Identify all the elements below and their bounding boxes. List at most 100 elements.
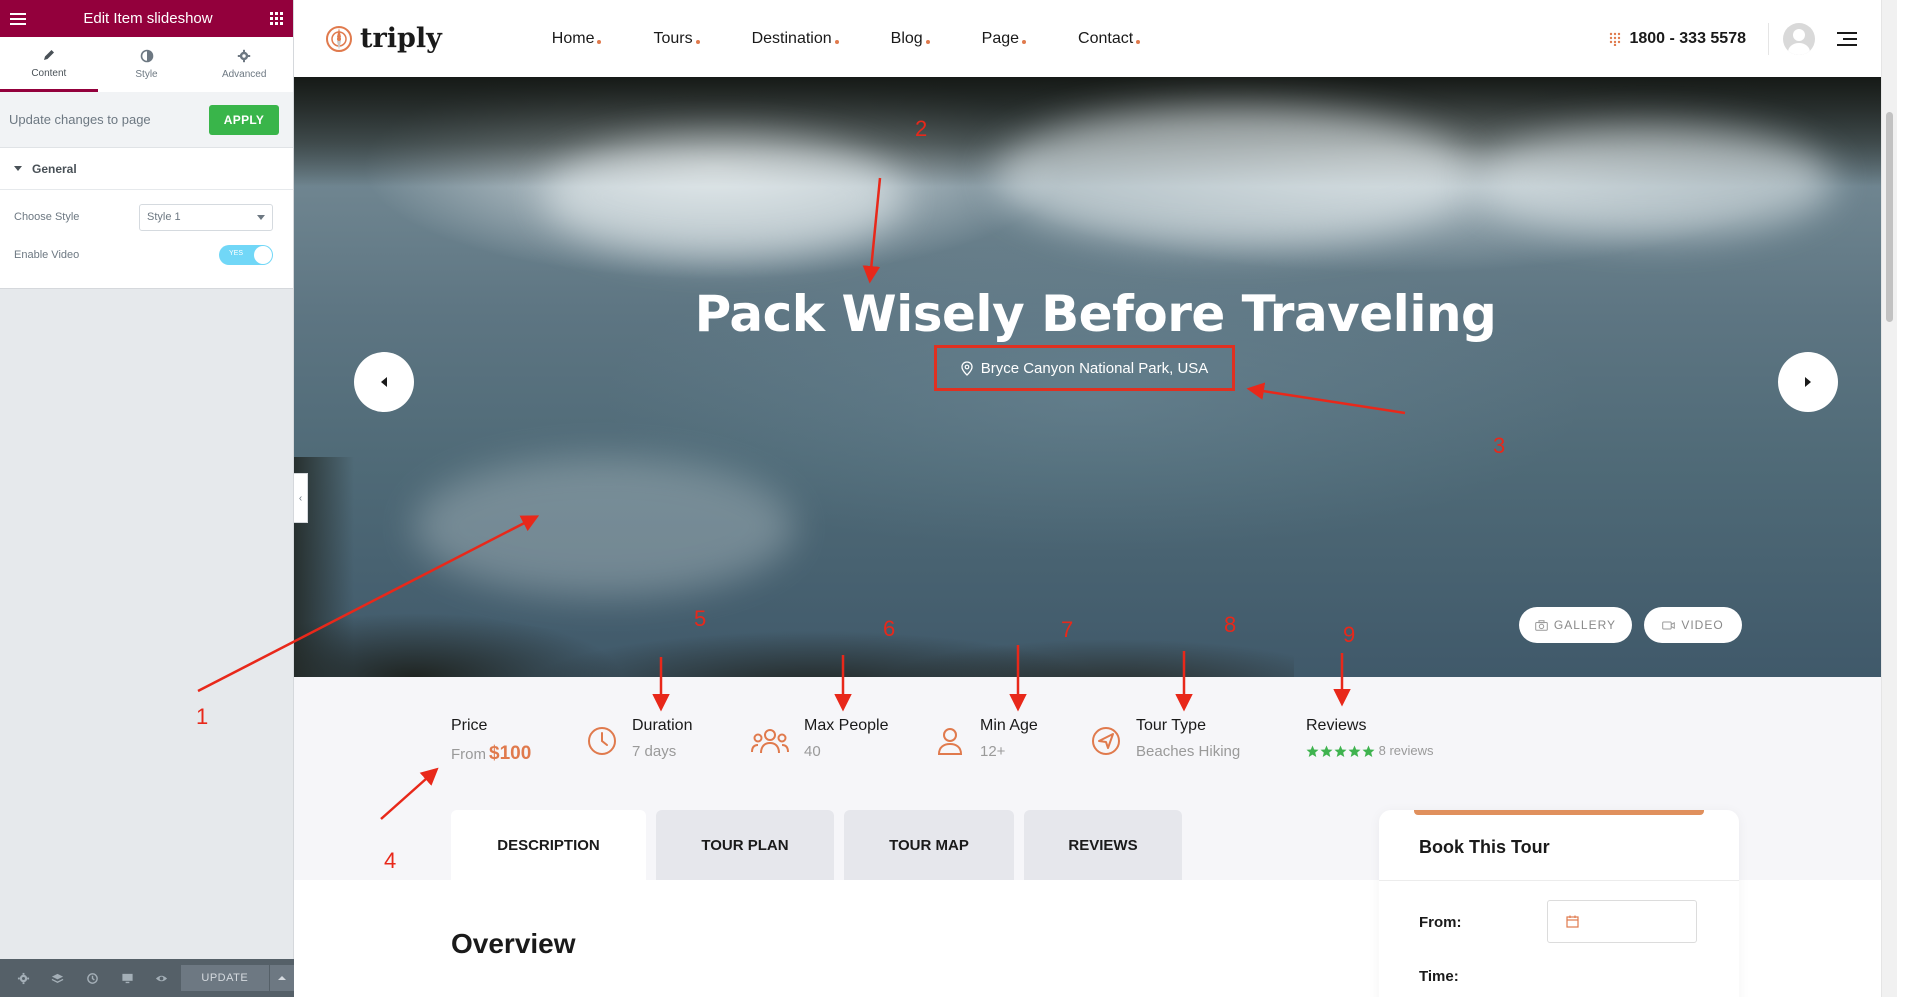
choose-style-select[interactable]: Style 1 xyxy=(139,203,273,231)
section-general[interactable]: General xyxy=(0,148,293,190)
apply-text: Update changes to page xyxy=(9,112,151,127)
hero-location: Bryce Canyon National Park, USA xyxy=(934,345,1235,391)
site-preview: triply Home Tours Destination Blog Page … xyxy=(294,0,1897,997)
site-header: triply Home Tours Destination Blog Page … xyxy=(294,0,1897,77)
settings-button[interactable] xyxy=(6,959,41,997)
pencil-icon xyxy=(43,49,54,60)
tab-advanced[interactable]: Advanced xyxy=(195,37,293,92)
control-enable-video: Enable Video YES xyxy=(0,236,293,274)
dialpad-icon xyxy=(1610,32,1621,46)
apply-button[interactable]: APPLY xyxy=(209,104,279,135)
type-value: Beaches Hiking xyxy=(1136,743,1241,760)
tab-tour-map[interactable]: TOUR MAP xyxy=(844,810,1014,880)
header-phone[interactable]: 1800 - 333 5578 xyxy=(1629,30,1746,48)
tab-description[interactable]: DESCRIPTION xyxy=(451,810,646,880)
menu-dot-icon xyxy=(1136,39,1141,44)
contrast-icon xyxy=(140,49,153,63)
site-logo[interactable]: triply xyxy=(324,23,442,54)
rating-stars xyxy=(1306,745,1375,758)
tab-tour-plan[interactable]: TOUR PLAN xyxy=(656,810,834,880)
gear-icon xyxy=(17,972,29,984)
scrollbar-thumb[interactable] xyxy=(1886,112,1893,322)
tour-tabs: DESCRIPTION TOUR PLAN TOUR MAP REVIEWS xyxy=(451,810,1182,880)
menu-dot-icon xyxy=(925,39,930,44)
menu-dot-icon xyxy=(1022,39,1027,44)
annotation-number-5: 5 xyxy=(694,606,707,631)
history-icon xyxy=(87,972,98,984)
compass-logo-icon xyxy=(326,25,352,52)
menu-label: Blog xyxy=(890,29,923,47)
responsive-button[interactable] xyxy=(110,959,145,997)
annotation-number-7: 7 xyxy=(1061,617,1074,642)
enable-video-toggle[interactable]: YES xyxy=(219,245,273,265)
video-button[interactable]: VIDEO xyxy=(1644,607,1742,643)
annotation-number-4: 4 xyxy=(384,848,397,873)
star-icon xyxy=(1334,745,1347,758)
hero-mist xyxy=(994,107,1474,247)
gallery-label: GALLERY xyxy=(1553,618,1617,632)
choose-style-label: Choose Style xyxy=(14,211,80,223)
menu-label: Destination xyxy=(751,29,832,47)
map-pin-icon xyxy=(961,360,973,376)
menu-item-home[interactable]: Home xyxy=(552,30,602,48)
main-menu: Home Tours Destination Blog Page Contact xyxy=(552,30,1192,48)
choose-style-value: Style 1 xyxy=(147,211,181,223)
history-button[interactable] xyxy=(75,959,110,997)
control-choose-style: Choose Style Style 1 xyxy=(0,198,293,236)
annotation-number-2: 2 xyxy=(915,116,928,141)
people-value: 40 xyxy=(804,743,821,760)
controls-group: Choose Style Style 1 Enable Video YES xyxy=(0,190,293,289)
slide-prev-button[interactable] xyxy=(354,352,414,412)
tab-style[interactable]: Style xyxy=(98,37,196,92)
user-avatar[interactable] xyxy=(1783,22,1815,55)
tab-reviews[interactable]: REVIEWS xyxy=(1024,810,1182,880)
reviews-count[interactable]: 8 reviews xyxy=(1379,743,1434,758)
page-scrollbar[interactable] xyxy=(1881,0,1897,997)
type-label: Tour Type xyxy=(1136,717,1206,734)
booking-date-input[interactable] xyxy=(1547,900,1697,943)
navigator-button[interactable] xyxy=(41,959,76,997)
menu-dot-icon xyxy=(597,39,602,44)
editor-header: Edit Item slideshow xyxy=(0,0,293,37)
menu-label: Tours xyxy=(653,29,693,47)
hero-rocks xyxy=(294,567,1294,677)
widgets-grid-icon[interactable] xyxy=(269,12,283,25)
age-value: 12+ xyxy=(980,743,1006,760)
gear-icon xyxy=(237,49,251,63)
calendar-icon xyxy=(1566,915,1579,928)
menu-item-page[interactable]: Page xyxy=(982,30,1027,48)
annotation-number-1: 1 xyxy=(196,704,209,729)
preview-button[interactable] xyxy=(144,959,179,997)
slide-next-button[interactable] xyxy=(1778,352,1838,412)
tab-advanced-label: Advanced xyxy=(221,69,267,80)
hamburger-menu-icon[interactable] xyxy=(1837,31,1857,46)
people-label: Max People xyxy=(804,717,889,734)
collapse-panel-button[interactable]: ‹ xyxy=(294,473,308,523)
enable-video-label: Enable Video xyxy=(14,249,80,261)
clock-icon xyxy=(588,727,616,755)
people-icon xyxy=(751,729,789,754)
star-icon xyxy=(1362,745,1375,758)
gallery-button[interactable]: GALLERY xyxy=(1519,607,1632,643)
info-tour-type: Tour Type Beaches Hiking xyxy=(1090,717,1240,760)
menu-icon[interactable] xyxy=(10,12,26,25)
update-options-button[interactable] xyxy=(269,965,295,991)
eye-icon xyxy=(156,975,168,981)
price-prefix: From xyxy=(451,746,486,763)
menu-item-blog[interactable]: Blog xyxy=(891,30,930,48)
menu-item-contact[interactable]: Contact xyxy=(1078,30,1141,48)
menu-item-tours[interactable]: Tours xyxy=(653,29,700,48)
duration-value: 7 days xyxy=(632,743,677,760)
editor-title: Edit Item slideshow xyxy=(83,10,213,27)
menu-item-destination[interactable]: Destination xyxy=(752,30,839,48)
hero-location-text: Bryce Canyon National Park, USA xyxy=(980,359,1209,377)
chevron-right-icon xyxy=(1805,377,1811,387)
update-button[interactable]: UPDATE xyxy=(180,965,269,991)
send-icon xyxy=(1092,727,1120,755)
booking-divider xyxy=(1379,880,1739,881)
menu-label: Home xyxy=(551,29,595,47)
tab-content[interactable]: Content xyxy=(0,37,98,92)
editor-tabs: Content Style Advanced xyxy=(0,37,293,92)
desktop-icon xyxy=(121,973,133,983)
duration-label: Duration xyxy=(632,717,693,734)
